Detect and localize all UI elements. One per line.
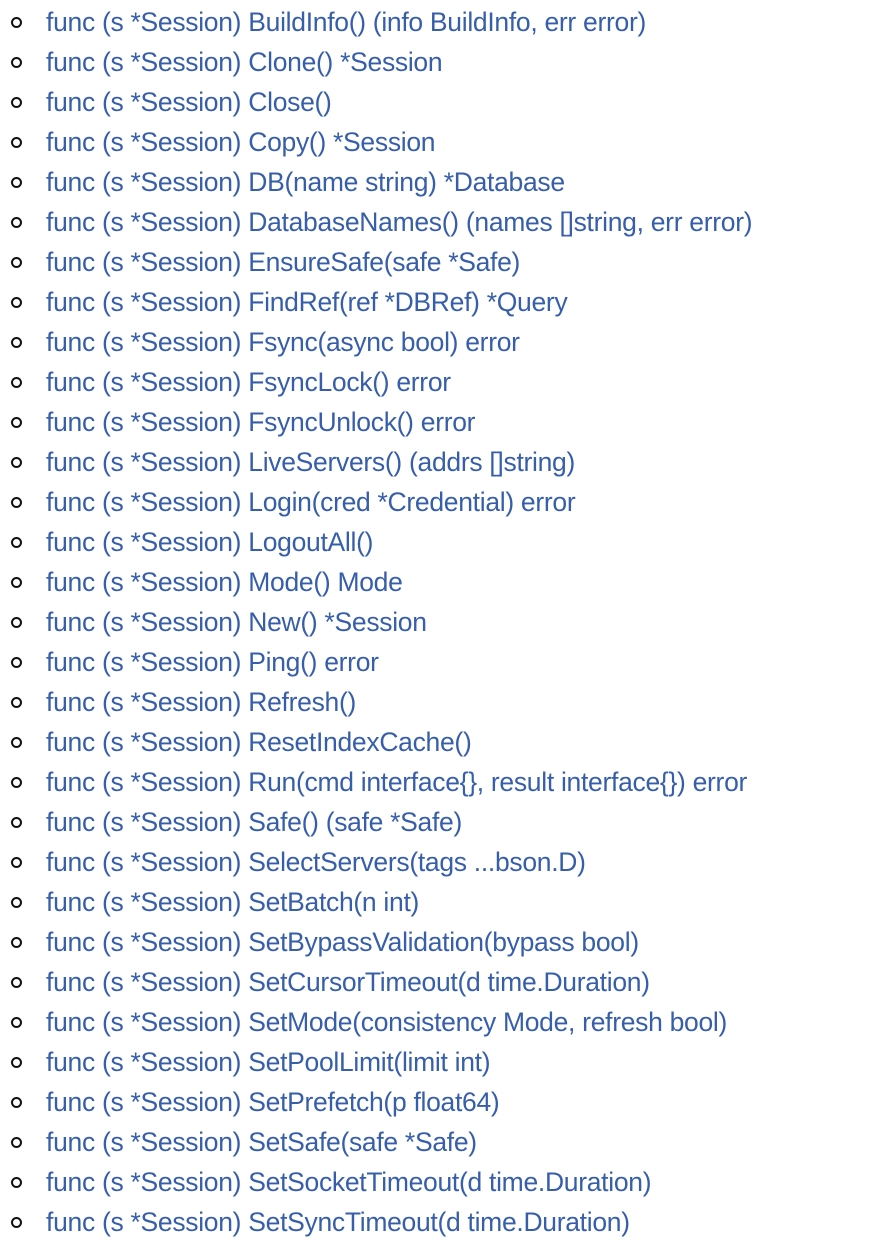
list-item: func (s *Session) ResetIndexCache() <box>0 722 872 762</box>
bullet-icon <box>11 817 22 828</box>
method-link[interactable]: func (s *Session) Copy() *Session <box>46 122 436 162</box>
list-item: func (s *Session) Ping() error <box>0 642 872 682</box>
list-item: func (s *Session) DatabaseNames() (names… <box>0 202 872 242</box>
list-item: func (s *Session) SetSocketTimeout(d tim… <box>0 1162 872 1202</box>
list-item: func (s *Session) SetSafe(safe *Safe) <box>0 1122 872 1162</box>
method-link[interactable]: func (s *Session) Mode() Mode <box>46 562 403 602</box>
bullet-icon <box>11 617 22 628</box>
list-item: func (s *Session) Fsync(async bool) erro… <box>0 322 872 362</box>
list-item: func (s *Session) SetSyncTimeout(d time.… <box>0 1202 872 1242</box>
bullet-icon <box>11 297 22 308</box>
list-item: func (s *Session) DB(name string) *Datab… <box>0 162 872 202</box>
session-method-list: func (s *Session) BuildInfo() (info Buil… <box>0 2 872 1242</box>
method-link[interactable]: func (s *Session) Refresh() <box>46 682 356 722</box>
bullet-icon <box>11 417 22 428</box>
list-item: func (s *Session) FindRef(ref *DBRef) *Q… <box>0 282 872 322</box>
bullet-icon <box>11 377 22 388</box>
method-link[interactable]: func (s *Session) FindRef(ref *DBRef) *Q… <box>46 282 568 322</box>
bullet-icon <box>11 57 22 68</box>
method-link[interactable]: func (s *Session) FsyncUnlock() error <box>46 402 476 442</box>
method-link[interactable]: func (s *Session) SetBypassValidation(by… <box>46 922 639 962</box>
bullet-icon <box>11 537 22 548</box>
bullet-icon <box>11 1057 22 1068</box>
method-link[interactable]: func (s *Session) SetSyncTimeout(d time.… <box>46 1202 630 1242</box>
method-link[interactable]: func (s *Session) Safe() (safe *Safe) <box>46 802 462 842</box>
list-item: func (s *Session) Copy() *Session <box>0 122 872 162</box>
bullet-icon <box>11 177 22 188</box>
method-link[interactable]: func (s *Session) Run(cmd interface{}, r… <box>46 762 747 802</box>
method-link[interactable]: func (s *Session) Login(cred *Credential… <box>46 482 576 522</box>
bullet-icon <box>11 1097 22 1108</box>
method-link[interactable]: func (s *Session) SetBatch(n int) <box>46 882 419 922</box>
bullet-icon <box>11 1017 22 1028</box>
list-item: func (s *Session) Refresh() <box>0 682 872 722</box>
bullet-icon <box>11 1137 22 1148</box>
method-link[interactable]: func (s *Session) Close() <box>46 82 332 122</box>
list-item: func (s *Session) SetMode(consistency Mo… <box>0 1002 872 1042</box>
method-link[interactable]: func (s *Session) LiveServers() (addrs [… <box>46 442 575 482</box>
bullet-icon <box>11 1217 22 1228</box>
bullet-icon <box>11 1177 22 1188</box>
method-link[interactable]: func (s *Session) Clone() *Session <box>46 42 443 82</box>
method-link[interactable]: func (s *Session) SetCursorTimeout(d tim… <box>46 962 650 1002</box>
bullet-icon <box>11 937 22 948</box>
list-item: func (s *Session) Clone() *Session <box>0 42 872 82</box>
bullet-icon <box>11 257 22 268</box>
method-link[interactable]: func (s *Session) SetPrefetch(p float64) <box>46 1082 500 1122</box>
bullet-icon <box>11 457 22 468</box>
list-item: func (s *Session) EnsureSafe(safe *Safe) <box>0 242 872 282</box>
list-item: func (s *Session) Safe() (safe *Safe) <box>0 802 872 842</box>
bullet-icon <box>11 657 22 668</box>
method-link[interactable]: func (s *Session) SetSocketTimeout(d tim… <box>46 1162 652 1202</box>
method-link[interactable]: func (s *Session) Ping() error <box>46 642 379 682</box>
method-link[interactable]: func (s *Session) SetMode(consistency Mo… <box>46 1002 727 1042</box>
list-item: func (s *Session) LogoutAll() <box>0 522 872 562</box>
bullet-icon <box>11 777 22 788</box>
method-link[interactable]: func (s *Session) SetPoolLimit(limit int… <box>46 1042 491 1082</box>
list-item: func (s *Session) Login(cred *Credential… <box>0 482 872 522</box>
list-item: func (s *Session) Run(cmd interface{}, r… <box>0 762 872 802</box>
method-link[interactable]: func (s *Session) Fsync(async bool) erro… <box>46 322 520 362</box>
list-item: func (s *Session) SetPrefetch(p float64) <box>0 1082 872 1122</box>
method-link[interactable]: func (s *Session) BuildInfo() (info Buil… <box>46 2 646 42</box>
bullet-icon <box>11 737 22 748</box>
method-link[interactable]: func (s *Session) SelectServers(tags ...… <box>46 842 586 882</box>
list-item: func (s *Session) SetCursorTimeout(d tim… <box>0 962 872 1002</box>
list-item: func (s *Session) LiveServers() (addrs [… <box>0 442 872 482</box>
list-item: func (s *Session) BuildInfo() (info Buil… <box>0 2 872 42</box>
method-link[interactable]: func (s *Session) SetSafe(safe *Safe) <box>46 1122 477 1162</box>
bullet-icon <box>11 577 22 588</box>
list-item: func (s *Session) Mode() Mode <box>0 562 872 602</box>
bullet-icon <box>11 17 22 28</box>
bullet-icon <box>11 977 22 988</box>
method-link[interactable]: func (s *Session) New() *Session <box>46 602 427 642</box>
method-link[interactable]: func (s *Session) FsyncLock() error <box>46 362 451 402</box>
method-link[interactable]: func (s *Session) EnsureSafe(safe *Safe) <box>46 242 520 282</box>
list-item: func (s *Session) SetBypassValidation(by… <box>0 922 872 962</box>
list-item: func (s *Session) SetBatch(n int) <box>0 882 872 922</box>
bullet-icon <box>11 137 22 148</box>
list-item: func (s *Session) Close() <box>0 82 872 122</box>
list-item: func (s *Session) FsyncUnlock() error <box>0 402 872 442</box>
bullet-icon <box>11 697 22 708</box>
list-item: func (s *Session) SetPoolLimit(limit int… <box>0 1042 872 1082</box>
method-link[interactable]: func (s *Session) DatabaseNames() (names… <box>46 202 753 242</box>
bullet-icon <box>11 337 22 348</box>
method-link[interactable]: func (s *Session) ResetIndexCache() <box>46 722 472 762</box>
list-item: func (s *Session) New() *Session <box>0 602 872 642</box>
bullet-icon <box>11 897 22 908</box>
bullet-icon <box>11 497 22 508</box>
list-item: func (s *Session) FsyncLock() error <box>0 362 872 402</box>
bullet-icon <box>11 857 22 868</box>
method-link[interactable]: func (s *Session) DB(name string) *Datab… <box>46 162 565 202</box>
bullet-icon <box>11 217 22 228</box>
method-link[interactable]: func (s *Session) LogoutAll() <box>46 522 373 562</box>
list-item: func (s *Session) SelectServers(tags ...… <box>0 842 872 882</box>
bullet-icon <box>11 97 22 108</box>
